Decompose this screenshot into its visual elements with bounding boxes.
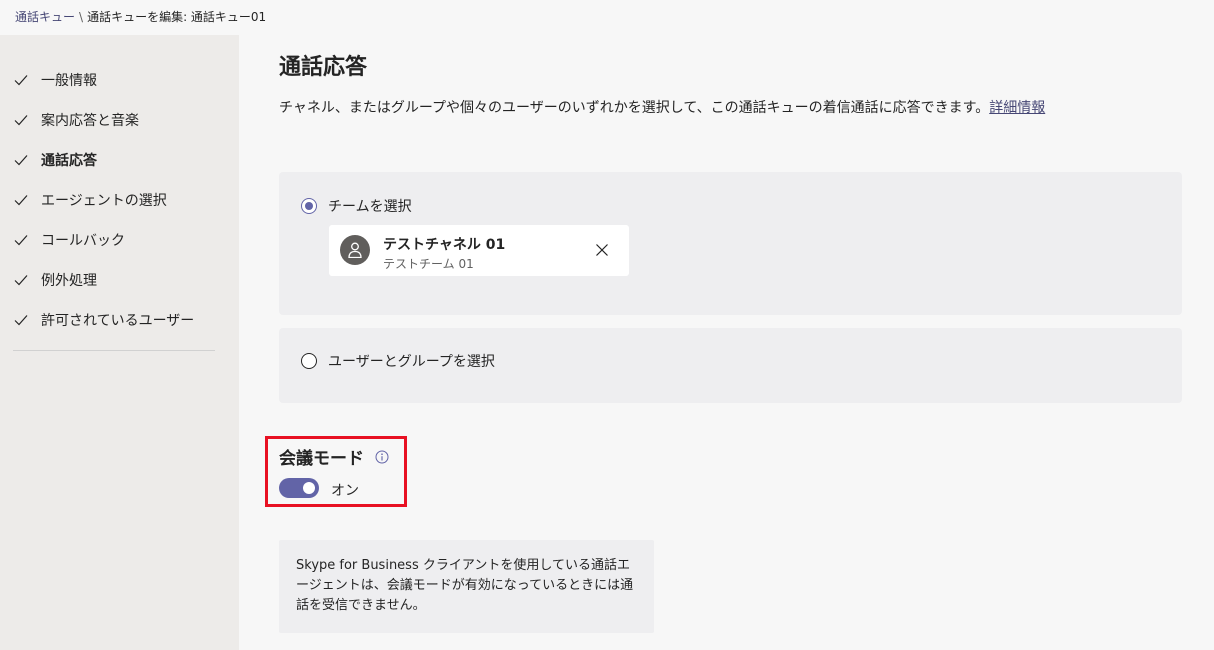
- wizard-sidebar: 一般情報 案内応答と音楽 通話応答 エージェントの選択 コールバック 例外処理 …: [0, 35, 239, 650]
- conference-mode-title: 会議モード: [279, 449, 364, 469]
- sidebar-item-call-answering[interactable]: 通話応答: [13, 148, 97, 172]
- team-option-card: チームを選択 テストチャネル 01 テストチーム 01: [279, 172, 1182, 315]
- page-title: 通話応答: [279, 55, 368, 80]
- sidebar-item-label: 通話応答: [41, 153, 97, 169]
- radio-select-users-groups[interactable]: ユーザーとグループを選択: [301, 351, 495, 371]
- check-icon: [14, 75, 28, 86]
- sidebar-item-callback[interactable]: コールバック: [13, 228, 125, 252]
- sidebar-item-exception-handling[interactable]: 例外処理: [13, 268, 97, 292]
- check-icon: [14, 315, 28, 326]
- sidebar-item-agent-selection[interactable]: エージェントの選択: [13, 188, 167, 212]
- info-note: Skype for Business クライアントを使用している通話エージェント…: [279, 540, 654, 633]
- sidebar-divider: [13, 350, 215, 351]
- sidebar-item-general-info[interactable]: 一般情報: [13, 68, 97, 92]
- radio-label-team: チームを選択: [328, 199, 412, 215]
- breadcrumb-current: 通話キューを編集: 通話キュー01: [87, 10, 267, 24]
- breadcrumb-link-call-queues[interactable]: 通話キュー: [15, 10, 75, 24]
- radio-button-checked[interactable]: [301, 198, 317, 214]
- close-icon[interactable]: [595, 243, 609, 257]
- sidebar-item-label: エージェントの選択: [41, 193, 167, 209]
- conference-mode-toggle[interactable]: [279, 478, 319, 498]
- page-description: チャネル、またはグループや個々のユーザーのいずれかを選択して、この通話キューの着…: [279, 97, 1045, 117]
- description-text: チャネル、またはグループや個々のユーザーのいずれかを選択して、この通話キューの着…: [279, 100, 990, 116]
- sidebar-item-label: 一般情報: [41, 73, 97, 89]
- toggle-knob: [303, 482, 315, 494]
- avatar: [340, 235, 370, 265]
- selected-team-chip: テストチャネル 01 テストチーム 01: [329, 225, 629, 276]
- learn-more-link[interactable]: 詳細情報: [989, 100, 1045, 116]
- person-icon: [348, 242, 362, 258]
- sidebar-item-greeting-music[interactable]: 案内応答と音楽: [13, 108, 139, 132]
- check-icon: [14, 235, 28, 246]
- sidebar-item-authorized-users[interactable]: 許可されているユーザー: [13, 308, 194, 332]
- sidebar-item-label: 案内応答と音楽: [41, 113, 139, 129]
- check-icon: [14, 155, 28, 166]
- radio-label-users-groups: ユーザーとグループを選択: [328, 354, 495, 370]
- selected-channel-name: テストチャネル 01: [383, 237, 506, 253]
- breadcrumb: 通話キュー \ 通話キューを編集: 通話キュー01: [0, 0, 1214, 35]
- users-option-card: ユーザーとグループを選択: [279, 328, 1182, 403]
- sidebar-item-label: コールバック: [41, 233, 125, 249]
- conference-mode-state-label: オン: [331, 483, 359, 499]
- main-content: 通話応答 チャネル、またはグループや個々のユーザーのいずれかを選択して、この通話…: [239, 35, 1214, 650]
- check-icon: [14, 275, 28, 286]
- sidebar-item-label: 例外処理: [41, 273, 97, 289]
- selected-team-name: テストチーム 01: [383, 257, 474, 271]
- sidebar-item-label: 許可されているユーザー: [41, 313, 195, 329]
- breadcrumb-separator: \: [79, 10, 84, 24]
- radio-select-team[interactable]: チームを選択: [301, 196, 412, 216]
- check-icon: [14, 115, 28, 126]
- check-icon: [14, 195, 28, 206]
- info-icon[interactable]: [375, 450, 389, 464]
- radio-button-unchecked[interactable]: [301, 353, 317, 369]
